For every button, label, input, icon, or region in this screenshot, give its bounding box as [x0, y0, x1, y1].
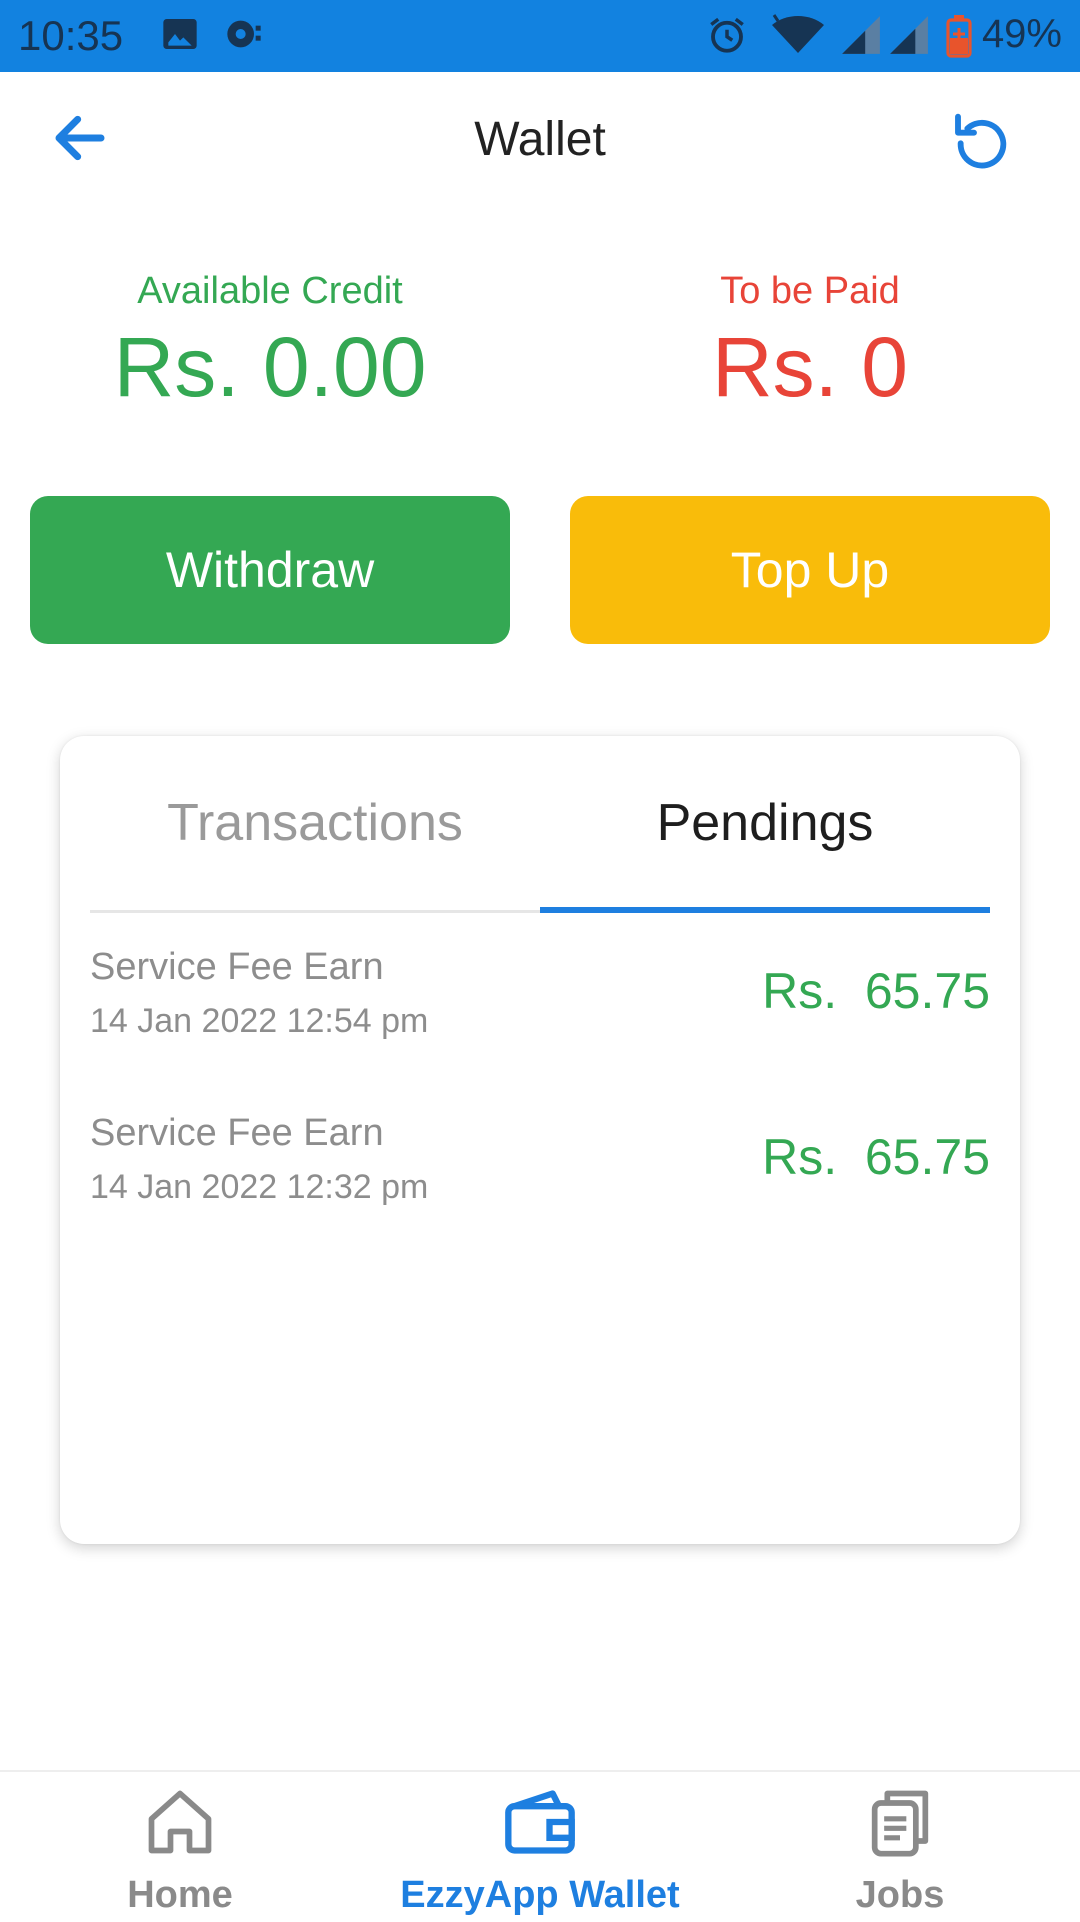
wifi-icon: [770, 14, 826, 61]
sync-icon: [222, 14, 266, 59]
list-item[interactable]: Service Fee Earn 14 Jan 2022 12:54 pm Rs…: [90, 946, 990, 1112]
nav-home-label: Home: [127, 1874, 233, 1916]
list-item[interactable]: Service Fee Earn 14 Jan 2022 12:32 pm Rs…: [90, 1112, 990, 1278]
status-time: 10:35: [18, 12, 124, 59]
available-credit-label: Available Credit: [137, 270, 403, 312]
page-title: Wallet: [474, 113, 606, 166]
signal-icon: [888, 14, 930, 61]
list-item-date: 14 Jan 2022 12:54 pm: [90, 1002, 429, 1040]
nav-home[interactable]: Home: [0, 1772, 360, 1922]
to-be-paid-value: Rs. 0: [711, 320, 909, 414]
list-item-amount: Rs. 65.75: [762, 1129, 990, 1185]
battery-percent: 49%: [981, 12, 1062, 56]
tab-pendings[interactable]: Pendings: [540, 736, 990, 910]
list-item-title: Service Fee Earn: [90, 1112, 384, 1154]
top-up-button[interactable]: Top Up: [570, 496, 1050, 644]
battery-icon: [946, 14, 972, 63]
list-item-amount: Rs. 65.75: [762, 963, 990, 1019]
app-header: Wallet: [0, 72, 1080, 212]
active-tab-indicator: [540, 907, 990, 913]
nav-wallet[interactable]: EzzyApp Wallet: [360, 1772, 720, 1922]
home-icon: [148, 1790, 212, 1854]
to-be-paid-label: To be Paid: [720, 270, 900, 312]
list-item-title: Service Fee Earn: [90, 946, 384, 988]
to-be-paid: To be Paid Rs. 0: [540, 270, 1080, 416]
transactions-card: Transactions Pendings Service Fee Earn 1…: [60, 736, 1020, 1544]
available-credit-value: Rs. 0.00: [113, 320, 427, 414]
wallet-icon: [505, 1790, 575, 1854]
nav-wallet-label: EzzyApp Wallet: [400, 1874, 680, 1916]
signal-icon: [840, 14, 882, 61]
list-item-date: 14 Jan 2022 12:32 pm: [90, 1168, 429, 1206]
available-credit: Available Credit Rs. 0.00: [0, 270, 540, 416]
pendings-list: Service Fee Earn 14 Jan 2022 12:54 pm Rs…: [90, 946, 990, 1278]
refresh-button[interactable]: [950, 106, 1020, 176]
nav-jobs[interactable]: Jobs: [720, 1772, 1080, 1922]
alarm-icon: [706, 14, 748, 61]
status-bar: 10:35 49%: [0, 0, 1080, 72]
refresh-icon: [955, 113, 1007, 169]
tab-transactions[interactable]: Transactions: [90, 736, 540, 910]
wallet-summary: Available Credit Rs. 0.00 To be Paid Rs.…: [0, 270, 1080, 430]
tab-bar: Transactions Pendings: [90, 736, 990, 913]
nav-jobs-label: Jobs: [855, 1874, 945, 1916]
withdraw-button[interactable]: Withdraw: [30, 496, 510, 644]
image-icon: [160, 14, 200, 59]
documents-icon: [871, 1790, 929, 1857]
bottom-navigation: Home EzzyApp Wallet Jobs: [0, 1770, 1080, 1922]
